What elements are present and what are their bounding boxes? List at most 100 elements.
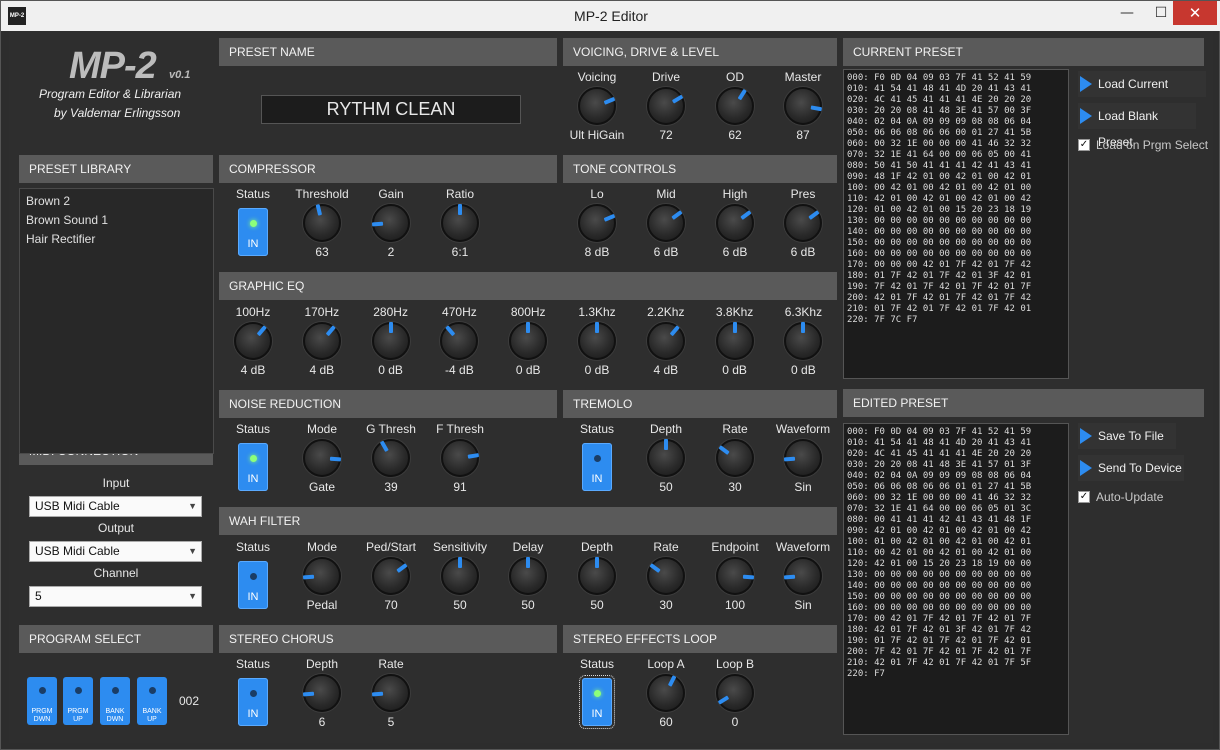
knob-indicator <box>732 322 737 333</box>
noise-reduction-mode-knob[interactable] <box>303 439 342 477</box>
wah-depth-knob[interactable] <box>578 557 616 595</box>
wah-rate-knob[interactable] <box>647 557 685 595</box>
current-preset-hex-dump[interactable]: 000: F0 0D 04 09 03 7F 41 52 41 59 010: … <box>843 69 1069 379</box>
voicing-voicing-knob[interactable] <box>578 87 616 125</box>
close-button[interactable]: ✕ <box>1173 1 1217 25</box>
save-to-file-button[interactable]: Save To File <box>1078 423 1176 449</box>
eq-100hz-knob[interactable] <box>234 322 272 360</box>
eq-800hz-knob[interactable] <box>509 322 548 360</box>
noise-reduction-g-thresh-knob[interactable] <box>372 439 410 477</box>
midi-channel-select[interactable]: 5 ▼ <box>29 586 202 607</box>
library-item[interactable]: Hair Rectifier <box>26 232 95 246</box>
chorus-depth-knob[interactable] <box>302 674 341 712</box>
eq-6-3khz-knob[interactable] <box>784 322 823 360</box>
program-up-button[interactable]: PRGM UP <box>63 677 93 725</box>
eq-3-8khz-knob[interactable] <box>715 322 754 360</box>
preset-name-display[interactable]: RYTHM CLEAN <box>261 95 521 124</box>
chorus-rate-knob[interactable] <box>371 674 410 712</box>
play-icon <box>1080 460 1092 476</box>
program-down-button[interactable]: PRGM DWN <box>27 677 57 725</box>
status-text: IN <box>591 473 603 485</box>
eq-band-label: 6.3Khz <box>784 305 823 319</box>
tone-high-knob[interactable] <box>716 204 754 242</box>
compressor-ratio-knob[interactable] <box>441 204 479 242</box>
compressor-knob-value: 6:1 <box>451 245 469 259</box>
voicing-drive-knob[interactable] <box>647 87 685 125</box>
led-indicator <box>75 687 82 694</box>
edited-preset-hex-dump[interactable]: 000: F0 0D 04 09 03 7F 41 52 41 59 010: … <box>843 423 1069 735</box>
compressor-knob-label: Ratio <box>445 187 474 201</box>
wah-mode-knob[interactable] <box>302 557 341 595</box>
logo-version: v0.1 <box>169 69 191 81</box>
tone-mid-knob[interactable] <box>647 204 685 242</box>
stereo-chorus-header: STEREO CHORUS <box>219 625 557 653</box>
play-icon <box>1080 108 1092 124</box>
status-text: IN <box>247 473 259 485</box>
eq-170hz-knob[interactable] <box>302 322 341 360</box>
knob-indicator <box>742 574 755 580</box>
knob-indicator <box>783 456 796 462</box>
led-indicator <box>112 687 119 694</box>
wah-delay-knob[interactable] <box>509 557 547 595</box>
load-on-program-select-checkbox[interactable]: ✓ Load on Prgm Select <box>1078 138 1208 152</box>
effects-loop-loop-b-knob[interactable] <box>716 674 754 712</box>
knob-indicator <box>671 210 683 220</box>
tone-pres-knob[interactable] <box>784 204 822 242</box>
load-blank-preset-button[interactable]: Load Blank Preset <box>1078 103 1196 149</box>
wah-sensitivity-knob[interactable] <box>441 557 479 595</box>
knob-indicator <box>783 574 796 580</box>
library-item[interactable]: Brown Sound 1 <box>26 213 108 227</box>
eq-1-3khz-knob[interactable] <box>578 322 616 360</box>
voicing-od-knob[interactable] <box>716 87 754 125</box>
bank-up-button[interactable]: BANK UP <box>137 677 167 725</box>
midi-input-select[interactable]: USB Midi Cable ▼ <box>29 496 202 517</box>
tremolo-status-button[interactable]: IN <box>582 443 612 491</box>
eq-band-value: 0 dB <box>791 363 816 377</box>
eq-280hz-knob[interactable] <box>371 322 410 360</box>
tone-lo-knob[interactable] <box>578 204 616 242</box>
title-bar[interactable]: MP-2 MP-2 Editor — ☐ ✕ <box>1 1 1220 31</box>
auto-update-checkbox[interactable]: ✓ Auto-Update <box>1078 490 1163 504</box>
wah-endpoint-knob[interactable] <box>716 557 755 595</box>
load-current-preset-button[interactable]: Load Current Preset <box>1078 71 1206 117</box>
eq-2-2khz-knob[interactable] <box>646 322 685 360</box>
checkbox-box[interactable]: ✓ <box>1078 139 1090 151</box>
wah-status-button[interactable]: IN <box>238 561 268 609</box>
checkbox-box[interactable]: ✓ <box>1078 491 1090 503</box>
button-label: Send To Device <box>1098 461 1182 475</box>
effects-loop-loop-a-knob[interactable] <box>647 674 685 712</box>
led-indicator <box>594 455 601 462</box>
tremolo-rate-knob[interactable] <box>716 439 754 477</box>
noise-reduction-status-button[interactable]: IN <box>238 443 268 491</box>
midi-output-label: Output <box>97 521 135 535</box>
minimize-button[interactable]: — <box>1110 1 1144 25</box>
compressor-threshold-knob[interactable] <box>303 204 341 242</box>
tremolo-depth-knob[interactable] <box>647 439 685 477</box>
eq-470hz-knob[interactable] <box>440 322 479 360</box>
chorus-status-button[interactable]: IN <box>238 678 268 726</box>
tremolo-waveform-knob[interactable] <box>783 439 822 477</box>
knob-indicator <box>371 221 384 227</box>
logo-subtitle: Program Editor & Librarian <box>39 87 182 101</box>
knob-indicator <box>603 96 616 105</box>
checkbox-label: Load on Prgm Select <box>1096 138 1209 152</box>
wah-waveform-knob[interactable] <box>783 557 822 595</box>
effects-loop-status-button[interactable]: IN <box>579 675 615 729</box>
compressor-gain-knob[interactable] <box>371 204 410 242</box>
voicing-master-knob[interactable] <box>784 87 823 125</box>
wah-ped-start-knob[interactable] <box>372 557 410 595</box>
midi-output-select[interactable]: USB Midi Cable ▼ <box>29 541 202 562</box>
send-to-device-button[interactable]: Send To Device <box>1078 455 1184 481</box>
bank-down-button[interactable]: BANK DWN <box>100 677 130 725</box>
library-item[interactable]: Brown 2 <box>26 194 70 208</box>
preset-library-list[interactable]: Brown 2 Brown Sound 1 Hair Rectifier <box>19 188 214 454</box>
button-label: Save To File <box>1098 429 1164 443</box>
compressor-status-button[interactable]: IN <box>238 208 268 256</box>
midi-channel-value: 5 <box>35 589 42 603</box>
knob-indicator <box>458 204 462 215</box>
knob-indicator <box>667 675 677 687</box>
knob-indicator <box>717 695 730 705</box>
noise-reduction-f-thresh-knob[interactable] <box>441 439 480 477</box>
knob-indicator <box>526 322 531 333</box>
app-window: MP-2 MP-2 Editor — ☐ ✕ MP-2 v0.1 Program… <box>0 0 1220 750</box>
